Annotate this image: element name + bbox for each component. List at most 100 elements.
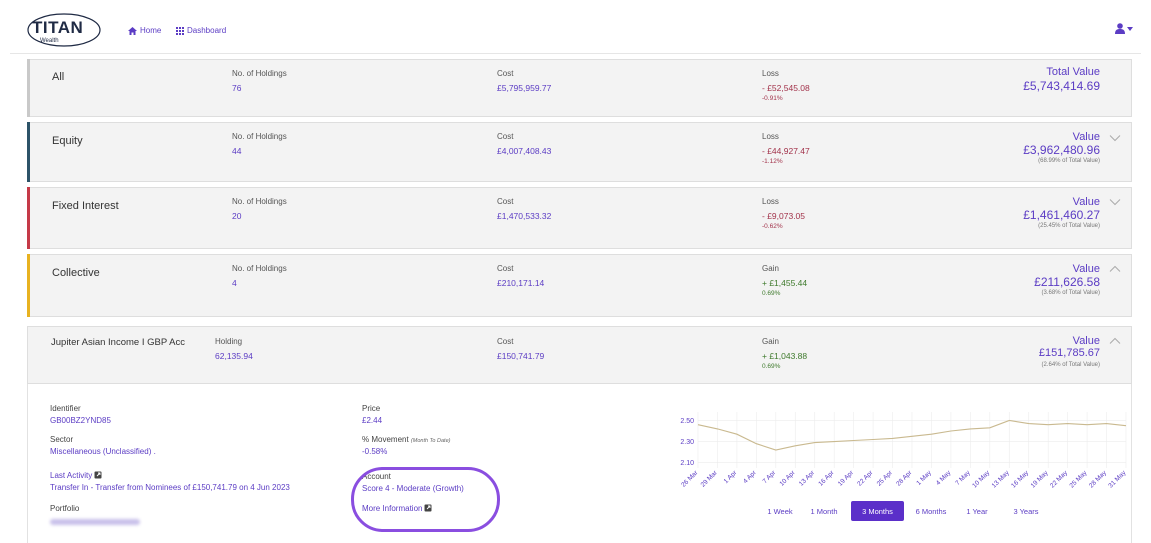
pl-percent: -0.91%: [762, 95, 783, 102]
identifier-value: GB00BZ2YND85: [50, 416, 111, 425]
panel-color-bar: [27, 59, 30, 117]
panel-color-bar: [27, 254, 30, 317]
nav-home-link[interactable]: Home: [128, 26, 161, 35]
price-line-chart[interactable]: 2.502.302.1026 Mar 29 Mar 1 Apr 4 Apr 7 Apr 1…: [668, 408, 1130, 496]
cost-label: Cost: [497, 69, 514, 78]
chevron-down-icon[interactable]: [1109, 134, 1121, 142]
external-link-icon: [94, 471, 102, 479]
x-tick-label: 7 Apr: [762, 469, 778, 485]
chevron-up-icon[interactable]: [1109, 265, 1121, 273]
range-button-6-months[interactable]: 6 Months: [908, 501, 954, 521]
price-label: Price: [362, 404, 381, 413]
summary-panel-fixed-interest[interactable]: Fixed Interest No. of Holdings 20 Cost £…: [27, 187, 1132, 249]
x-tick-label: 1 Apr: [723, 469, 739, 485]
panel-title: Equity: [52, 135, 83, 147]
range-button-1-year[interactable]: 1 Year: [962, 501, 992, 521]
cost-value: £150,741.79: [497, 351, 545, 361]
value-label: Total Value: [1046, 66, 1100, 78]
last-activity-label: Last Activity: [50, 471, 93, 480]
cost-value: £5,795,959.77: [497, 83, 552, 93]
x-tick-label: 28 May: [1088, 469, 1109, 490]
titan-logo[interactable]: TITAN Wealth: [26, 12, 110, 48]
x-tick-label: 25 Apr: [876, 469, 895, 488]
holdings-label: No. of Holdings: [232, 197, 287, 206]
x-tick-label: 7 May: [954, 469, 972, 487]
cost-label: Cost: [497, 264, 514, 273]
summary-panel-all[interactable]: All No. of Holdings 76 Cost £5,795,959.7…: [27, 59, 1132, 117]
cost-value: £210,171.14: [497, 278, 545, 288]
value-label: Value: [1072, 335, 1100, 347]
range-button-3-years[interactable]: 3 Years: [1005, 501, 1047, 521]
x-tick-label: 10 Apr: [778, 469, 797, 488]
panel-title: Collective: [52, 267, 100, 279]
holdings-label: No. of Holdings: [232, 264, 287, 273]
range-button-1-week[interactable]: 1 Week: [763, 501, 797, 521]
nav-dashboard-link[interactable]: Dashboard: [176, 26, 226, 35]
nav-dashboard-label: Dashboard: [187, 26, 227, 35]
value-amount: £3,962,480.96: [1023, 143, 1100, 157]
last-activity-link[interactable]: Last Activity: [50, 471, 102, 480]
panel-color-bar: [27, 122, 30, 182]
pl-label: Loss: [762, 197, 779, 206]
movement-label: % Movement (Month To Date): [362, 435, 451, 444]
portfolio-value-redacted: [50, 519, 140, 525]
value-share: (25.45% of Total Value): [1038, 223, 1100, 229]
logo-word: TITAN: [32, 18, 84, 37]
pl-value: - £52,545.08: [762, 83, 810, 93]
summary-panel-collective[interactable]: Collective No. of Holdings 4 Cost £210,1…: [27, 254, 1132, 317]
value-share: (3.68% of Total Value): [1041, 290, 1100, 296]
portfolio-label: Portfolio: [50, 504, 80, 513]
x-tick-label: 19 Apr: [837, 469, 856, 488]
nav-home-label: Home: [140, 26, 162, 35]
x-tick-label: 19 May: [1030, 469, 1051, 490]
logo-subtitle: Wealth: [40, 38, 59, 44]
holding-label: Holding: [215, 337, 243, 346]
value-amount: £151,785.67: [1038, 347, 1100, 359]
x-tick-label: 13 May: [991, 469, 1012, 490]
value-share: (68.99% of Total Value): [1038, 158, 1100, 164]
sector-label: Sector: [50, 435, 74, 444]
holding-name: Jupiter Asian Income I GBP Acc: [51, 337, 185, 348]
cost-label: Cost: [497, 132, 514, 141]
identifier-label: Identifier: [50, 404, 81, 413]
x-tick-label: 4 May: [935, 469, 953, 487]
pl-value: + £1,455.44: [762, 278, 808, 288]
summary-panel-equity[interactable]: Equity No. of Holdings 44 Cost £4,007,40…: [27, 122, 1132, 182]
panel-title: Fixed Interest: [52, 200, 119, 212]
value-amount: £5,743,414.69: [1023, 79, 1100, 93]
home-icon: [128, 26, 137, 35]
range-button-3-months[interactable]: 3 Months: [851, 501, 904, 521]
pl-value: + £1,043.88: [762, 351, 808, 361]
holdings-count: 20: [232, 211, 242, 221]
grid-icon: [176, 26, 184, 35]
x-tick-label: 13 Apr: [798, 469, 817, 488]
movement-note: (Month To Date): [410, 438, 451, 444]
x-tick-label: 29 Mar: [700, 469, 720, 489]
panel-color-bar: [27, 187, 30, 249]
annotation-highlight-ellipse: [351, 467, 500, 532]
movement-value: -0.58%: [362, 447, 388, 456]
value-amount: £1,461,460.27: [1023, 208, 1100, 222]
x-tick-label: 22 May: [1049, 469, 1070, 490]
pl-value: - £9,073.05: [762, 211, 806, 221]
chevron-down-icon[interactable]: [1109, 198, 1121, 206]
x-tick-label: 4 Apr: [742, 469, 758, 485]
pl-label: Gain: [762, 264, 779, 273]
top-navbar: TITAN Wealth Home Dashboard: [10, 8, 1141, 54]
x-tick-label: 28 Apr: [895, 469, 914, 488]
y-tick-label: 2.30: [680, 439, 694, 446]
panel-title: All: [52, 71, 65, 83]
user-icon: [1115, 23, 1125, 34]
last-activity-value: Transfer In - Transfer from Nominees of …: [50, 483, 290, 492]
range-button-1-month[interactable]: 1 Month: [806, 501, 842, 521]
value-label: Value: [1072, 263, 1100, 275]
chevron-up-icon[interactable]: [1109, 337, 1121, 345]
value-label: Value: [1072, 196, 1100, 208]
pl-percent: -1.12%: [762, 158, 783, 165]
x-tick-label: 31 May: [1107, 469, 1128, 490]
cost-value: £4,007,408.43: [497, 146, 552, 156]
user-menu[interactable]: [1115, 23, 1133, 34]
price-value: £2.44: [362, 416, 383, 425]
x-tick-label: 22 Apr: [856, 469, 875, 488]
holding-row[interactable]: Jupiter Asian Income I GBP Acc Holding 6…: [27, 326, 1132, 384]
